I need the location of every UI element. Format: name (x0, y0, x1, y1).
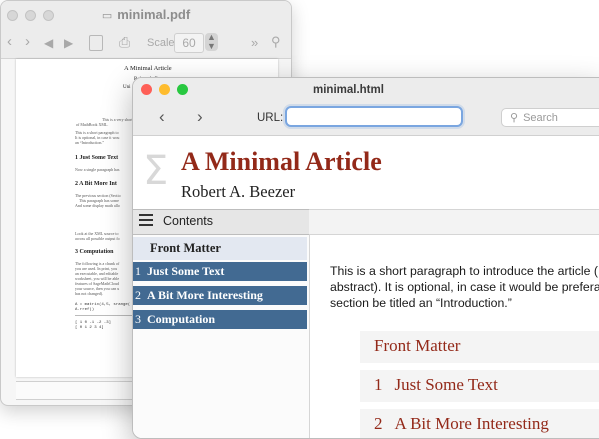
url-input[interactable] (285, 106, 463, 127)
intro-paragraph: This is a short paragraph to introduce t… (330, 263, 599, 311)
toc-item-front-matter[interactable]: Front Matter (133, 237, 307, 260)
summary-link-label: A Bit More Interesting (394, 414, 549, 433)
forward-icon[interactable]: › (197, 107, 203, 127)
toc-item-label: Computation (147, 312, 216, 326)
intro-line: abstract). It is optional, in case it wo… (330, 280, 599, 294)
sidebar-icon[interactable] (89, 35, 103, 51)
toc-item-label: Just Some Text (147, 264, 225, 278)
pdf-code: A = matrix(4,5, srange( (75, 303, 131, 307)
intro-line: section be titled an “Introduction.” (330, 296, 512, 310)
browser-window-title: minimal.html (313, 84, 384, 96)
url-label: URL: (257, 112, 284, 124)
minimize-button[interactable] (159, 84, 170, 95)
pdf-text: Now a single paragraph has (75, 167, 120, 172)
toc-item-just-some-text[interactable]: 1 Just Some Text (133, 262, 307, 281)
pdf-page-affil: Uni (123, 85, 131, 90)
toc-item-a-bit-more-interesting[interactable]: 2 A Bit More Interesting (133, 286, 307, 305)
pdf-text: has not changed). (75, 291, 104, 296)
pdf-text: across all possible output fo (75, 236, 120, 241)
toc-label: Contents (163, 214, 214, 228)
hamburger-icon[interactable] (139, 214, 153, 229)
toc-sidebar: Front Matter 1 Just Some Text 2 A Bit More… (133, 235, 310, 438)
pdf-titlebar: ▭ minimal.pdf (1, 1, 291, 28)
pdf-code: [ 0 1 2 3 4] (75, 326, 104, 330)
pdf-abstract-2: of MathBook XML. (76, 122, 109, 127)
document-icon: ▭ (101, 10, 113, 22)
pdf-intro-line: an “Introduction.” (75, 140, 105, 145)
scale-field[interactable]: 60 (174, 33, 204, 53)
browser-chrome: minimal.html ‹ › URL: ⚲ Search (133, 78, 599, 136)
pdf-window-title: ▭ minimal.pdf (1, 7, 291, 22)
search-icon: ⚲ (510, 112, 519, 124)
search-input[interactable]: ⚲ Search (501, 108, 599, 127)
browser-window: minimal.html ‹ › URL: ⚲ Search Σ A Minima… (132, 77, 599, 439)
pdf-code: A.rref() (75, 308, 95, 312)
print-icon[interactable]: ⎙ (119, 34, 130, 51)
toc-item-computation[interactable]: 3 Computation (133, 310, 307, 329)
forward-icon[interactable]: › (25, 33, 30, 50)
scale-stepper[interactable]: ▲ ▼ (205, 33, 218, 51)
back-icon[interactable]: ‹ (159, 107, 165, 127)
pdf-text: And some display math allo (75, 203, 120, 208)
back-icon[interactable]: ‹ (7, 33, 12, 50)
summary-link-front-matter[interactable]: Front Matter (360, 331, 599, 363)
intro-line: This is a short paragraph to introduce t… (330, 264, 598, 278)
close-button[interactable] (141, 84, 152, 95)
zoom-button[interactable] (177, 84, 188, 95)
prev-page-icon[interactable]: ◀ (44, 36, 53, 50)
summary-link-number: 1 (374, 375, 383, 394)
toc-item-number: 2 (135, 288, 141, 302)
document-author: Robert A. Beezer (181, 182, 296, 201)
next-page-icon[interactable]: ▶ (64, 36, 73, 50)
toc-item-number: 1 (135, 264, 141, 278)
pdf-section-1: 1 Just Some Text (75, 155, 119, 161)
window-controls (141, 84, 188, 95)
overflow-chevron-icon[interactable]: » (251, 35, 258, 50)
scale-label: Scale (147, 37, 175, 49)
toc-item-number: 3 (135, 312, 141, 326)
toc-item-label: A Bit More Interesting (147, 288, 263, 302)
pdf-window-title-text: minimal.pdf (117, 7, 191, 22)
pdf-section-2: 2 A Bit More Int (75, 181, 117, 187)
toolbar-strip (309, 209, 599, 235)
summary-link-a-bit-more-interesting[interactable]: 2 A Bit More Interesting (360, 409, 599, 438)
toc-toggle-bar[interactable]: Contents (133, 209, 309, 235)
document-banner: Σ A Minimal Article Robert A. Beezer (133, 136, 599, 208)
sigma-logo-icon: Σ (143, 148, 169, 194)
pdf-toolbar: ‹ › ◀ ▶ ⎙ Scale 60 ▲ ▼ » ⚲ (1, 28, 291, 59)
document-title: A Minimal Article (181, 147, 382, 176)
summary-link-label: Just Some Text (394, 375, 498, 394)
pdf-page-title: A Minimal Article (124, 65, 172, 72)
summary-link-just-some-text[interactable]: 1 Just Some Text (360, 370, 599, 402)
summary-link-number: 2 (374, 414, 383, 433)
pdf-section-3: 3 Computation (75, 249, 114, 255)
pdf-code: [ 1 0 -1 -2 -3] (75, 321, 112, 325)
search-icon[interactable]: ⚲ (271, 34, 281, 50)
summary-link-label: Front Matter (374, 336, 461, 355)
search-placeholder: Search (523, 112, 558, 124)
